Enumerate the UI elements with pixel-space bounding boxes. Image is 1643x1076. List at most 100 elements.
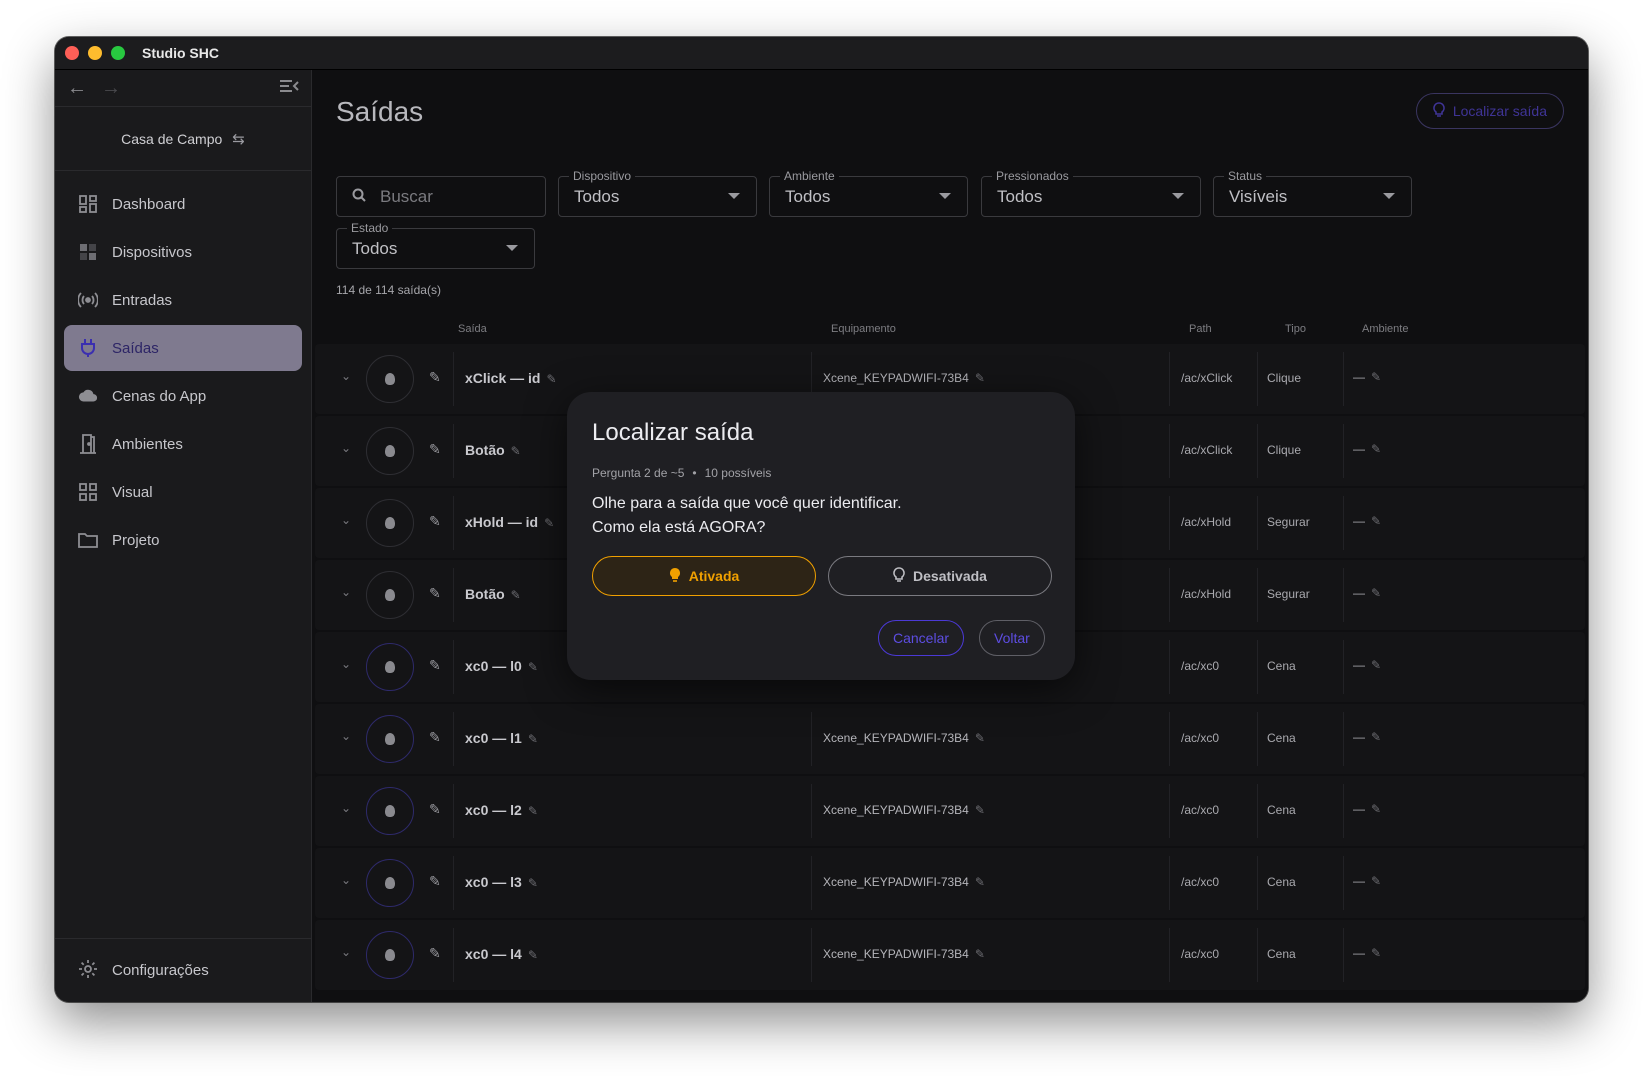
pencil-icon[interactable]: ✎ (429, 513, 441, 530)
pencil-icon[interactable]: ✎ (528, 660, 538, 674)
column-header-path[interactable]: Path (1189, 323, 1212, 335)
table-row[interactable]: ⌄ ✎ xc0 — l3 ✎ Xcene_KEYPADWIFI-73B4 ✎ /ac… (315, 848, 1585, 918)
output-name[interactable]: xc0 — l0 ✎ (465, 658, 538, 674)
output-name[interactable]: xClick — id ✎ (465, 370, 557, 386)
lightbulb-toggle[interactable] (366, 427, 414, 475)
pencil-icon[interactable]: ✎ (975, 947, 985, 961)
column-header-saida[interactable]: Saída (458, 323, 487, 335)
pencil-icon[interactable]: ✎ (429, 441, 441, 458)
equipment-cell[interactable]: Xcene_KEYPADWIFI-73B4 ✎ (823, 731, 985, 745)
option-desativada-button[interactable]: Desativada (828, 556, 1052, 596)
sidebar-item-visual[interactable]: Visual (64, 469, 302, 515)
room-cell[interactable]: — ✎ (1353, 514, 1381, 528)
forward-arrow-icon[interactable]: → (101, 77, 121, 100)
pencil-icon[interactable]: ✎ (1371, 946, 1381, 960)
sidebar-item-dispositivos[interactable]: Dispositivos (64, 229, 302, 275)
equipment-cell[interactable]: Xcene_KEYPADWIFI-73B4 ✎ (823, 803, 985, 817)
sidebar-item-projeto[interactable]: Projeto (64, 517, 302, 563)
sidebar-item-cenas-do-app[interactable]: Cenas do App (64, 373, 302, 419)
pencil-icon[interactable]: ✎ (429, 657, 441, 674)
locate-output-button[interactable]: Localizar saída (1415, 93, 1564, 129)
pencil-icon[interactable]: ✎ (1371, 370, 1381, 384)
pencil-icon[interactable]: ✎ (528, 876, 538, 890)
pencil-icon[interactable]: ✎ (528, 804, 538, 818)
column-header-equipamento[interactable]: Equipamento (831, 323, 896, 335)
lightbulb-toggle[interactable] (366, 931, 414, 979)
filter-estado[interactable]: Estado Todos (336, 221, 535, 269)
lightbulb-toggle[interactable] (366, 643, 414, 691)
table-row[interactable]: ⌄ ✎ xc0 — l1 ✎ Xcene_KEYPADWIFI-73B4 ✎ /ac… (315, 704, 1585, 774)
lightbulb-toggle[interactable] (366, 499, 414, 547)
lightbulb-toggle[interactable] (366, 355, 414, 403)
project-selector[interactable]: Casa de Campo ⇆ (55, 107, 311, 171)
output-name[interactable]: Botão ✎ (465, 442, 521, 458)
output-name[interactable]: xc0 — l4 ✎ (465, 946, 538, 962)
column-header-tipo[interactable]: Tipo (1285, 323, 1306, 335)
pencil-icon[interactable]: ✎ (511, 444, 521, 458)
pencil-icon[interactable]: ✎ (544, 516, 554, 530)
close-window-button[interactable] (65, 46, 79, 60)
output-name[interactable]: xc0 — l3 ✎ (465, 874, 538, 890)
pencil-icon[interactable]: ✎ (511, 588, 521, 602)
pencil-icon[interactable]: ✎ (429, 369, 441, 386)
pencil-icon[interactable]: ✎ (975, 803, 985, 817)
pencil-icon[interactable]: ✎ (1371, 802, 1381, 816)
output-name[interactable]: xc0 — l2 ✎ (465, 802, 538, 818)
pencil-icon[interactable]: ✎ (528, 732, 538, 746)
option-ativada-button[interactable]: Ativada (592, 556, 816, 596)
room-cell[interactable]: — ✎ (1353, 586, 1381, 600)
pencil-icon[interactable]: ✎ (1371, 442, 1381, 456)
pencil-icon[interactable]: ✎ (429, 585, 441, 602)
chevron-down-icon[interactable]: ⌄ (341, 657, 351, 671)
chevron-down-icon[interactable]: ⌄ (341, 873, 351, 887)
chevron-down-icon[interactable]: ⌄ (341, 441, 351, 455)
settings-link[interactable]: Configurações (55, 938, 311, 1002)
pencil-icon[interactable]: ✎ (975, 875, 985, 889)
pencil-icon[interactable]: ✎ (1371, 730, 1381, 744)
back-button[interactable]: Voltar (979, 620, 1045, 656)
column-header-ambiente[interactable]: Ambiente (1362, 323, 1408, 335)
chevron-down-icon[interactable]: ⌄ (341, 369, 351, 383)
search-input[interactable]: Buscar (336, 176, 546, 217)
room-cell[interactable]: — ✎ (1353, 802, 1381, 816)
room-cell[interactable]: — ✎ (1353, 946, 1381, 960)
lightbulb-toggle[interactable] (366, 787, 414, 835)
filter-pressionados[interactable]: Pressionados Todos (981, 169, 1201, 217)
pencil-icon[interactable]: ✎ (975, 731, 985, 745)
room-cell[interactable]: — ✎ (1353, 730, 1381, 744)
lightbulb-toggle[interactable] (366, 571, 414, 619)
output-name[interactable]: Botão ✎ (465, 586, 521, 602)
pencil-icon[interactable]: ✎ (429, 801, 441, 818)
output-name[interactable]: xc0 — l1 ✎ (465, 730, 538, 746)
minimize-window-button[interactable] (88, 46, 102, 60)
output-name[interactable]: xHold — id ✎ (465, 514, 554, 530)
pencil-icon[interactable]: ✎ (429, 945, 441, 962)
equipment-cell[interactable]: Xcene_KEYPADWIFI-73B4 ✎ (823, 371, 985, 385)
pencil-icon[interactable]: ✎ (1371, 658, 1381, 672)
collapse-sidebar-icon[interactable] (279, 78, 299, 99)
chevron-down-icon[interactable]: ⌄ (341, 801, 351, 815)
filter-status[interactable]: Status Visíveis (1213, 169, 1412, 217)
chevron-down-icon[interactable]: ⌄ (341, 513, 351, 527)
filter-dispositivo[interactable]: Dispositivo Todos (558, 169, 757, 217)
sidebar-item-saidas[interactable]: Saídas (64, 325, 302, 371)
chevron-down-icon[interactable]: ⌄ (341, 729, 351, 743)
pencil-icon[interactable]: ✎ (429, 873, 441, 890)
sidebar-item-dashboard[interactable]: Dashboard (64, 181, 302, 227)
equipment-cell[interactable]: Xcene_KEYPADWIFI-73B4 ✎ (823, 947, 985, 961)
table-row[interactable]: ⌄ ✎ xc0 — l4 ✎ Xcene_KEYPADWIFI-73B4 ✎ /ac… (315, 920, 1585, 990)
chevron-down-icon[interactable]: ⌄ (341, 585, 351, 599)
maximize-window-button[interactable] (111, 46, 125, 60)
room-cell[interactable]: — ✎ (1353, 370, 1381, 384)
sidebar-item-ambientes[interactable]: Ambientes (64, 421, 302, 467)
table-row[interactable]: ⌄ ✎ xc0 — l2 ✎ Xcene_KEYPADWIFI-73B4 ✎ /ac… (315, 776, 1585, 846)
room-cell[interactable]: — ✎ (1353, 874, 1381, 888)
filter-ambiente[interactable]: Ambiente Todos (769, 169, 968, 217)
pencil-icon[interactable]: ✎ (1371, 586, 1381, 600)
sidebar-item-entradas[interactable]: Entradas (64, 277, 302, 323)
pencil-icon[interactable]: ✎ (1371, 514, 1381, 528)
pencil-icon[interactable]: ✎ (546, 372, 556, 386)
chevron-down-icon[interactable]: ⌄ (341, 945, 351, 959)
pencil-icon[interactable]: ✎ (975, 371, 985, 385)
back-arrow-icon[interactable]: ← (67, 77, 87, 100)
